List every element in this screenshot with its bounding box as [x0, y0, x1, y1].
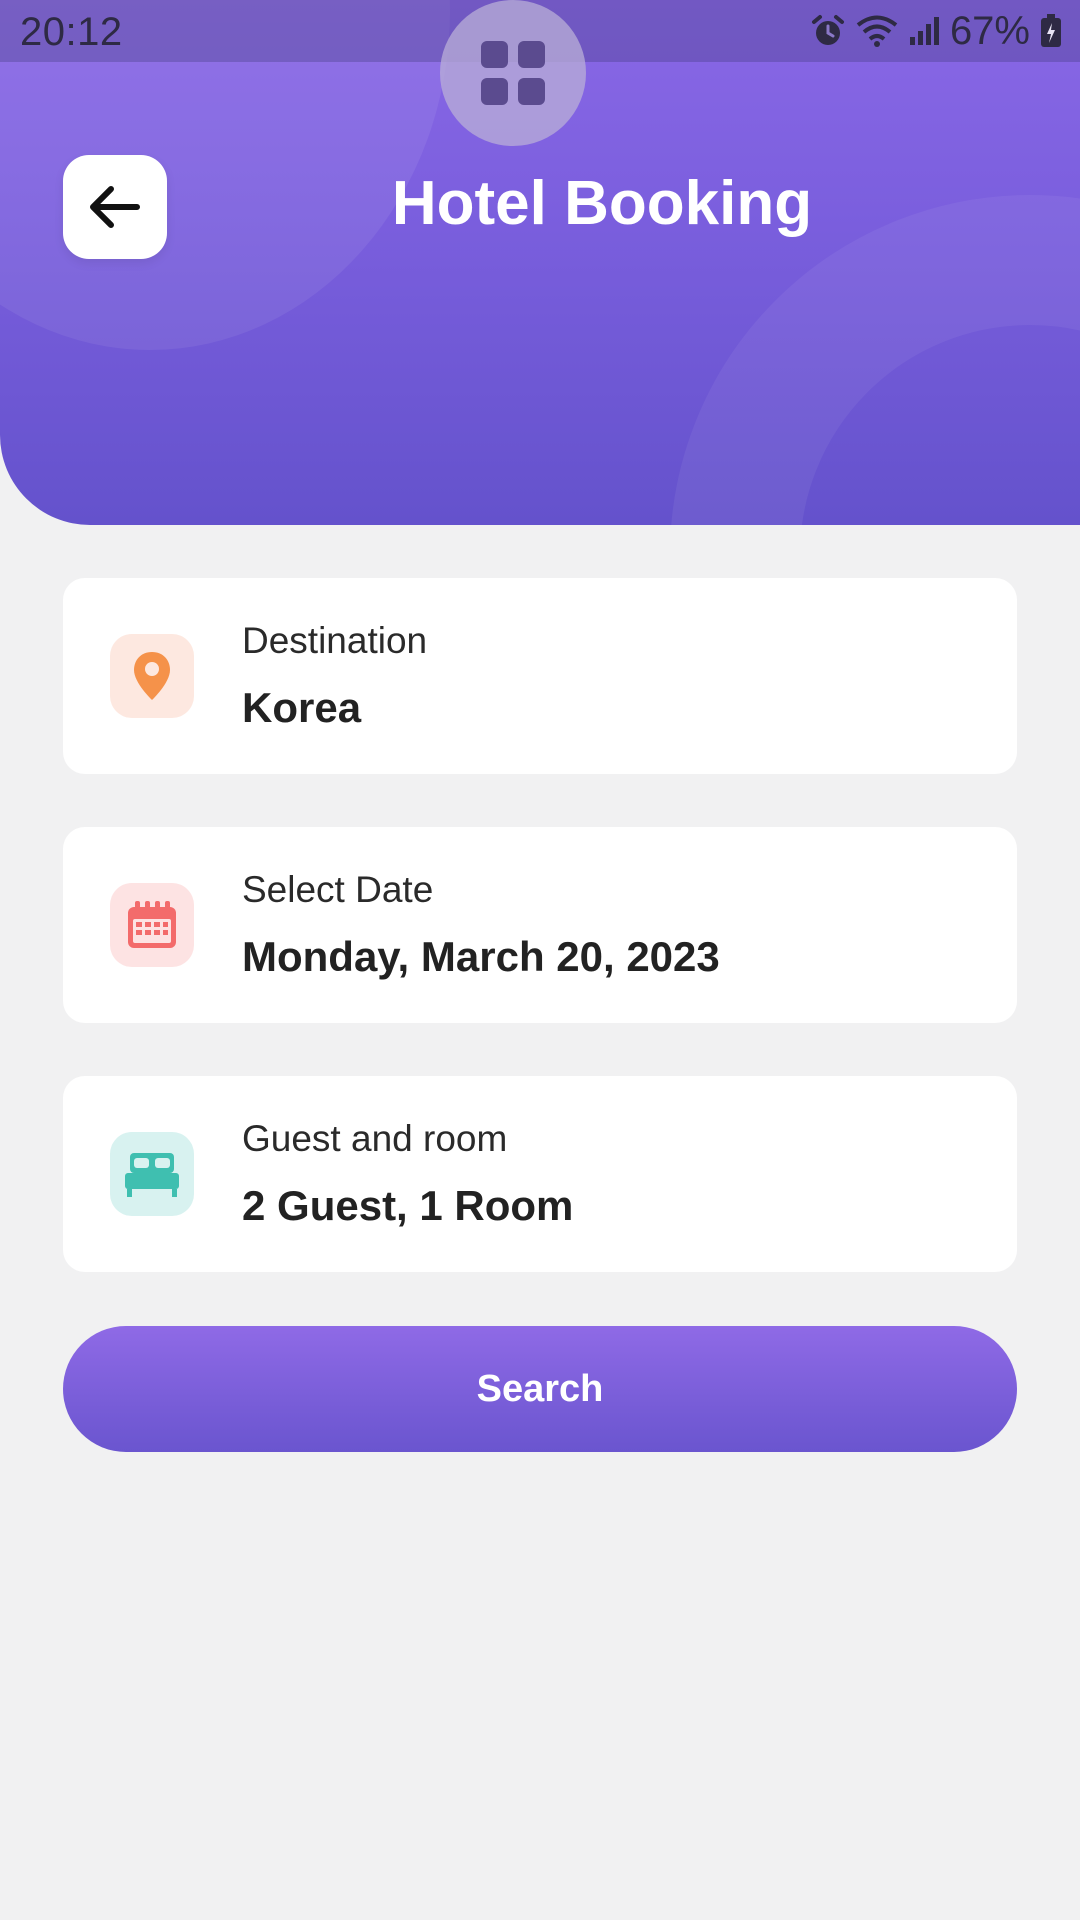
header-decoration-ring [670, 195, 1080, 525]
battery-percent: 67% [949, 8, 1030, 53]
status-time: 20:12 [20, 10, 123, 54]
status-icons: 67% [810, 8, 1062, 54]
guest-room-label: Guest and room [242, 1118, 508, 1159]
destination-value: Korea [242, 684, 362, 731]
location-pin-icon [134, 652, 170, 700]
page-title: Hotel Booking [391, 169, 813, 238]
destination-label: Destination [242, 620, 428, 661]
destination-icon-box [110, 634, 194, 718]
date-value: Monday, March 20, 2023 [242, 933, 720, 980]
calendar-icon [128, 901, 176, 948]
floating-launcher-button[interactable] [440, 0, 586, 146]
search-button[interactable]: Search [63, 1326, 1017, 1452]
wifi-icon [856, 14, 898, 48]
signal-icon [908, 15, 940, 47]
guest-room-field[interactable]: Guest and room 2 Guest, 1 Room [63, 1076, 1017, 1272]
guest-room-value: 2 Guest, 1 Room [242, 1182, 574, 1229]
battery-icon [1040, 14, 1062, 48]
date-label: Select Date [242, 869, 434, 910]
destination-field[interactable]: Destination Korea [63, 578, 1017, 774]
alarm-icon [810, 13, 846, 49]
bed-icon [125, 1153, 179, 1197]
date-field[interactable]: Select Date Monday, March 20, 2023 [63, 827, 1017, 1023]
guest-icon-box [110, 1132, 194, 1216]
grid-icon [481, 41, 545, 105]
date-icon-box [110, 883, 194, 967]
